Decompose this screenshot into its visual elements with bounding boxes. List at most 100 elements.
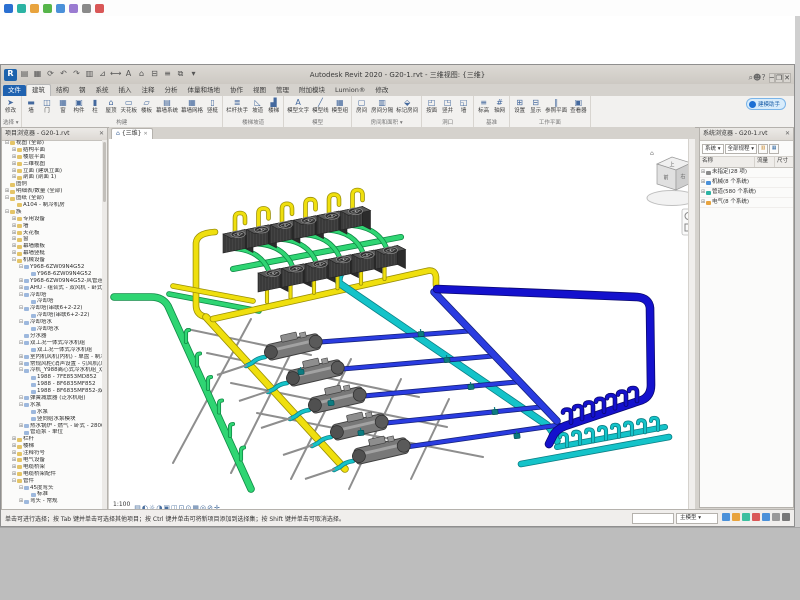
- tower-gooseneck-3[interactable]: [306, 199, 316, 218]
- ribbon-button-修改[interactable]: ➤修改: [3, 97, 18, 114]
- ribbon-button-竖梃[interactable]: ▯竖梃: [205, 97, 220, 114]
- tree-item[interactable]: 1988 - 8F6835MF852-双侧连接: [2, 388, 102, 395]
- viewcube-front-face[interactable]: 前: [663, 174, 668, 181]
- ribbon-button-楼板[interactable]: ▱楼板: [139, 97, 154, 114]
- view-tab-3d[interactable]: ⌂ {三维} ✕: [111, 128, 153, 139]
- tower-gooseneck-4[interactable]: [329, 195, 339, 214]
- viewcube-right-face[interactable]: 右: [680, 173, 685, 180]
- ribbon-button-设置[interactable]: ⊞设置: [512, 97, 527, 114]
- ribbon-button-构件[interactable]: ▣构件: [72, 97, 87, 114]
- tree-item[interactable]: ⊞楼梯: [2, 443, 102, 450]
- tree-item[interactable]: 标准: [2, 491, 102, 498]
- tree-item[interactable]: ⊞立面 (建筑立面): [2, 168, 102, 175]
- tree-item[interactable]: ⊞楼层平面: [2, 154, 102, 161]
- tab-体量和场地[interactable]: 体量和场地: [183, 85, 226, 96]
- ribbon-button-显示[interactable]: ⊟显示: [528, 97, 543, 114]
- select-pinned-icon[interactable]: [762, 513, 770, 521]
- ribbon-button-查看器[interactable]: ▣查看器: [569, 97, 588, 114]
- tree-item[interactable]: ⊞室内机风机(内机) - 单盘 - 制冷量大于7kW机组: [2, 354, 102, 361]
- tree-item[interactable]: ⊟水泵: [2, 402, 102, 409]
- viewcube-top-face[interactable]: 上: [669, 161, 674, 168]
- tree-item[interactable]: 分水器: [2, 333, 102, 340]
- ribbon-button-屋顶[interactable]: ⌂屋顶: [104, 97, 119, 114]
- viewcube[interactable]: 上 前 右 ⌂: [647, 150, 688, 206]
- tree-item[interactable]: ⊞注释符号: [2, 450, 102, 457]
- tab-Lumion®[interactable]: Lumion®: [330, 85, 370, 96]
- tab-管理[interactable]: 管理: [271, 85, 294, 96]
- autofit-columns-button[interactable]: ▥: [758, 144, 768, 154]
- ribbon-button-楼梯[interactable]: ▟楼梯: [266, 97, 281, 114]
- cooling-tower-cell-front-5[interactable]: [376, 246, 406, 270]
- column-settings-button[interactable]: ▦: [769, 144, 779, 154]
- ribbon-button-幕墙系统[interactable]: ▤幕墙系统: [155, 97, 179, 114]
- ribbon-button-模型文字[interactable]: A模型文字: [286, 97, 310, 114]
- ribbon-button-窗[interactable]: ▦窗: [56, 97, 71, 114]
- tree-item[interactable]: ⊟冷却塔水: [2, 319, 102, 326]
- ribbon-button-门[interactable]: ◫门: [40, 97, 55, 114]
- display-icon[interactable]: [56, 4, 65, 13]
- chiller-gray-branch-3[interactable]: [283, 445, 313, 455]
- tower-gooseneck-0[interactable]: [235, 213, 245, 232]
- tree-item[interactable]: ⊞结构平面: [2, 147, 102, 154]
- tab-插入[interactable]: 插入: [114, 85, 137, 96]
- help-icon[interactable]: [95, 4, 104, 13]
- blue-branch-4[interactable]: [406, 425, 559, 447]
- tower-gooseneck-1[interactable]: [259, 208, 269, 227]
- gray-pipe-4[interactable]: [411, 399, 449, 479]
- valve-0[interactable]: [417, 329, 424, 337]
- tab-文件[interactable]: 文件: [3, 85, 26, 96]
- tab-修改[interactable]: 修改: [370, 85, 393, 96]
- ribbon-button-柱[interactable]: ▮柱: [88, 97, 103, 114]
- canvas-scrollbar[interactable]: [688, 139, 695, 510]
- connect-icon[interactable]: [17, 4, 26, 13]
- aligned-dimension-button[interactable]: ⟷: [110, 69, 121, 81]
- folder-icon[interactable]: [30, 4, 39, 13]
- close-icon[interactable]: ✕: [99, 128, 104, 140]
- design-options-combo[interactable]: 主模型 ▾: [676, 513, 718, 524]
- play-icon[interactable]: [43, 4, 52, 13]
- tree-item[interactable]: ⊞常规风柜(消声设置 - 引风机(风冷组) - 底部回风): [2, 361, 102, 368]
- print-button[interactable]: ▥: [84, 69, 95, 81]
- tree-item[interactable]: ⊟视图 (全部): [2, 140, 102, 147]
- ribbon-button-标记房间[interactable]: ⬙标记房间: [395, 97, 419, 114]
- tab-视图[interactable]: 视图: [248, 85, 271, 96]
- model-canvas[interactable]: 上 前 右 ⌂ 1:100: [109, 139, 695, 510]
- select-underlay-icon[interactable]: [752, 513, 760, 521]
- tower-gooseneck-5[interactable]: [353, 190, 363, 209]
- column-size[interactable]: 尺寸: [775, 157, 793, 167]
- tree-item[interactable]: 竖向给水泵模块: [2, 416, 102, 423]
- tree-item[interactable]: ⊟冷机_Y988离心式冷水机组_双向连接: [2, 367, 102, 374]
- tab-结构[interactable]: 结构: [51, 85, 74, 96]
- tree-item[interactable]: ⊞AHU - 组合式 - 双风机 - 卧式 - 后回 - 2000 - 5000…: [2, 285, 102, 292]
- tree-item[interactable]: 冷却塔(串联6+2-22): [2, 312, 102, 319]
- sync-button[interactable]: ⟳: [45, 69, 56, 81]
- measure-button[interactable]: ⊿: [97, 69, 108, 81]
- ribbon-button-模型组[interactable]: ▦模型组: [331, 97, 350, 114]
- redo-button[interactable]: ↷: [71, 69, 82, 81]
- tree-item[interactable]: ⊟Y968-6ZW09N4G52: [2, 264, 102, 271]
- close-icon[interactable]: ✕: [785, 128, 790, 140]
- valve-2[interactable]: [467, 382, 474, 390]
- ribbon-button-天花板[interactable]: ▭天花板: [120, 97, 139, 114]
- chiller-gray-branch-0[interactable]: [217, 365, 247, 375]
- tab-系统[interactable]: 系统: [91, 85, 114, 96]
- restore-button[interactable]: ❐: [775, 73, 783, 83]
- tower-gooseneck-2[interactable]: [282, 204, 292, 223]
- tree-item[interactable]: ⊞幕墙竖梃: [2, 250, 102, 257]
- tree-item[interactable]: ⊞弯头 - 常规: [2, 498, 102, 505]
- tree-item[interactable]: Y968-6ZW09N4G52: [2, 271, 102, 278]
- chiller-2[interactable]: [283, 353, 345, 388]
- ribbon-button-竖井[interactable]: ◳竖井: [440, 97, 455, 114]
- tree-item[interactable]: ⊞专用设备: [2, 216, 102, 223]
- tab-建筑[interactable]: 建筑: [26, 84, 51, 96]
- discipline-dropdown[interactable]: 全部规程 ▾: [725, 144, 758, 154]
- tree-item[interactable]: 图例: [2, 181, 102, 188]
- ribbon-button-参照平面[interactable]: ∥参照平面: [544, 97, 568, 114]
- close-icon[interactable]: ✕: [143, 129, 147, 139]
- tab-附加模块[interactable]: 附加模块: [294, 85, 330, 96]
- close-button[interactable]: ✕: [783, 73, 791, 83]
- tab-分析[interactable]: 分析: [160, 85, 183, 96]
- drag-on-selection-icon[interactable]: [772, 513, 780, 521]
- ribbon-button-栏杆扶手[interactable]: ≣栏杆扶手: [225, 97, 249, 114]
- tree-item[interactable]: ⊞天花板: [2, 230, 102, 237]
